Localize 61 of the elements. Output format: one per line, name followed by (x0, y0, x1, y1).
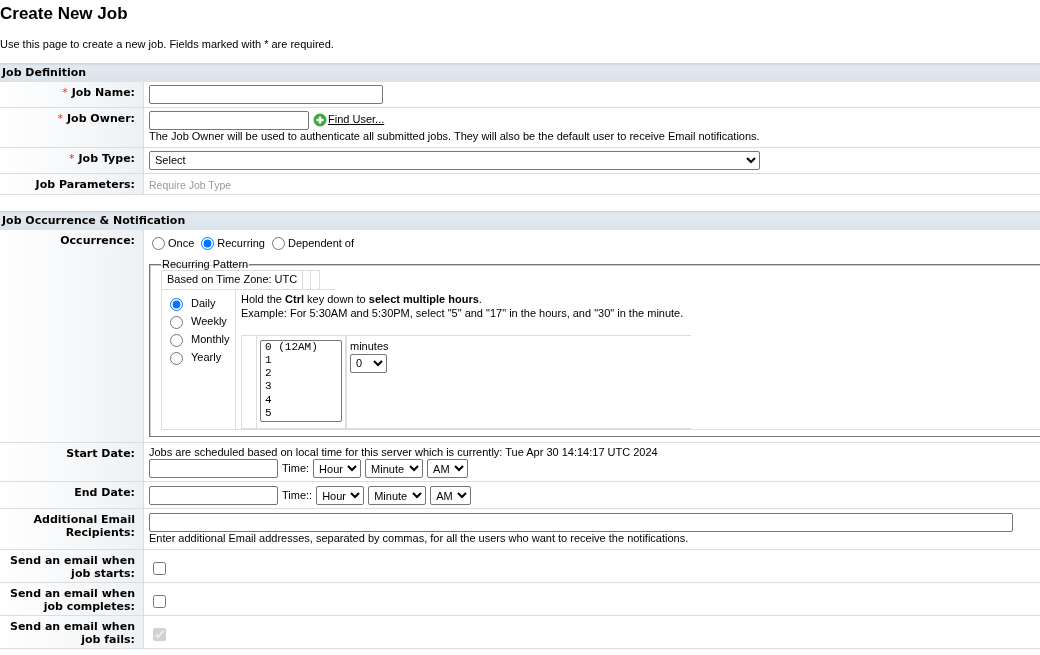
minutes-label: minutes (350, 339, 390, 354)
find-user-link[interactable]: Find User... (328, 113, 385, 128)
radio-label[interactable]: Recurring (217, 236, 265, 251)
timezone-label: Based on Time Zone: UTC (161, 270, 303, 290)
required-asterisk: * (62, 85, 68, 99)
field-label: Job Parameters: (35, 177, 135, 191)
add-icon[interactable] (313, 113, 327, 128)
example-text: Example: For 5:30AM and 5:30PM, select "5" and "17" in the hours, and "30" in the minute. (241, 307, 685, 321)
radio-button[interactable] (201, 236, 215, 250)
field-label: Additional Email Recipients: (33, 513, 135, 540)
field-label: Job Type: (78, 151, 135, 165)
required-asterisk: * (69, 151, 75, 165)
radio-label[interactable]: Monthly (191, 333, 230, 348)
date-field[interactable] (149, 486, 278, 506)
radio-label[interactable]: Weekly (191, 315, 227, 330)
checkbox[interactable] (153, 562, 166, 575)
section-header: Job Occurrence & Notification (0, 210, 1040, 230)
field-label: Send an email when job fails: (10, 620, 135, 646)
am-pm-dropdown[interactable]: AM (427, 459, 469, 479)
radio-label[interactable]: Once (168, 236, 195, 251)
field-label: Start Date: (66, 446, 135, 460)
placeholder-text: Require Job Type (149, 177, 233, 192)
job-name-field[interactable] (149, 84, 383, 104)
help-text: The Job Owner will be used to authenticate all submitted jobs. They will also be the default user to receive Email notifications. (149, 129, 761, 144)
radio-button[interactable] (170, 333, 183, 347)
field-label: Job Name: (71, 85, 135, 99)
email-recipients-field[interactable] (149, 513, 1013, 533)
time-label: Time:: (282, 488, 313, 503)
field-label: Send an email when job completes: (10, 587, 135, 613)
instruction-text: Hold the Ctrl key down to select multiple hours. (241, 293, 483, 307)
radio-button[interactable] (170, 351, 183, 365)
field-label: Job Owner: (67, 111, 135, 125)
hour-dropdown[interactable]: Hour (313, 459, 362, 479)
radio-button[interactable] (170, 315, 183, 329)
date-field[interactable] (149, 459, 278, 479)
field-label: Send an email when job starts: (10, 554, 135, 580)
minute-dropdown[interactable]: Minute (365, 459, 424, 479)
page-title: Create New Job (0, 4, 129, 24)
radio-label[interactable]: Dependent of (288, 236, 355, 251)
server-time-note: Jobs are scheduled based on local time for this server which is currently: Tue Apr 30 14:14:17 UTC 2024 (149, 445, 659, 460)
radio-button[interactable] (152, 236, 165, 250)
job-type-dropdown[interactable]: Select (149, 150, 760, 170)
hours-listbox[interactable]: 0 (12AM) 1 2 3 4 5 (260, 339, 342, 422)
page-instructions: Use this page to create a new job. Fields marked with * are required. (0, 38, 335, 52)
hour-dropdown[interactable]: Hour (316, 486, 365, 506)
radio-label[interactable]: Daily (191, 297, 216, 312)
time-label: Time: (282, 461, 310, 476)
required-asterisk: * (57, 111, 63, 125)
minutes-dropdown[interactable]: 0 (350, 353, 387, 373)
radio-button[interactable] (170, 297, 183, 311)
panel-legend: Recurring Pattern (161, 258, 250, 271)
am-pm-dropdown[interactable]: AM (430, 486, 472, 506)
radio-button[interactable] (272, 236, 285, 250)
radio-label[interactable]: Yearly (191, 351, 222, 366)
checkbox[interactable] (153, 595, 166, 608)
job-owner-field[interactable] (149, 110, 309, 130)
field-label: Occurrence: (60, 233, 135, 247)
minute-dropdown[interactable]: Minute (368, 486, 427, 506)
help-text: Enter additional Email addresses, separated by commas, for all the users who want to receive the notifications. (149, 532, 690, 546)
field-label: End Date: (74, 486, 135, 500)
section-header: Job Definition (0, 62, 1040, 82)
